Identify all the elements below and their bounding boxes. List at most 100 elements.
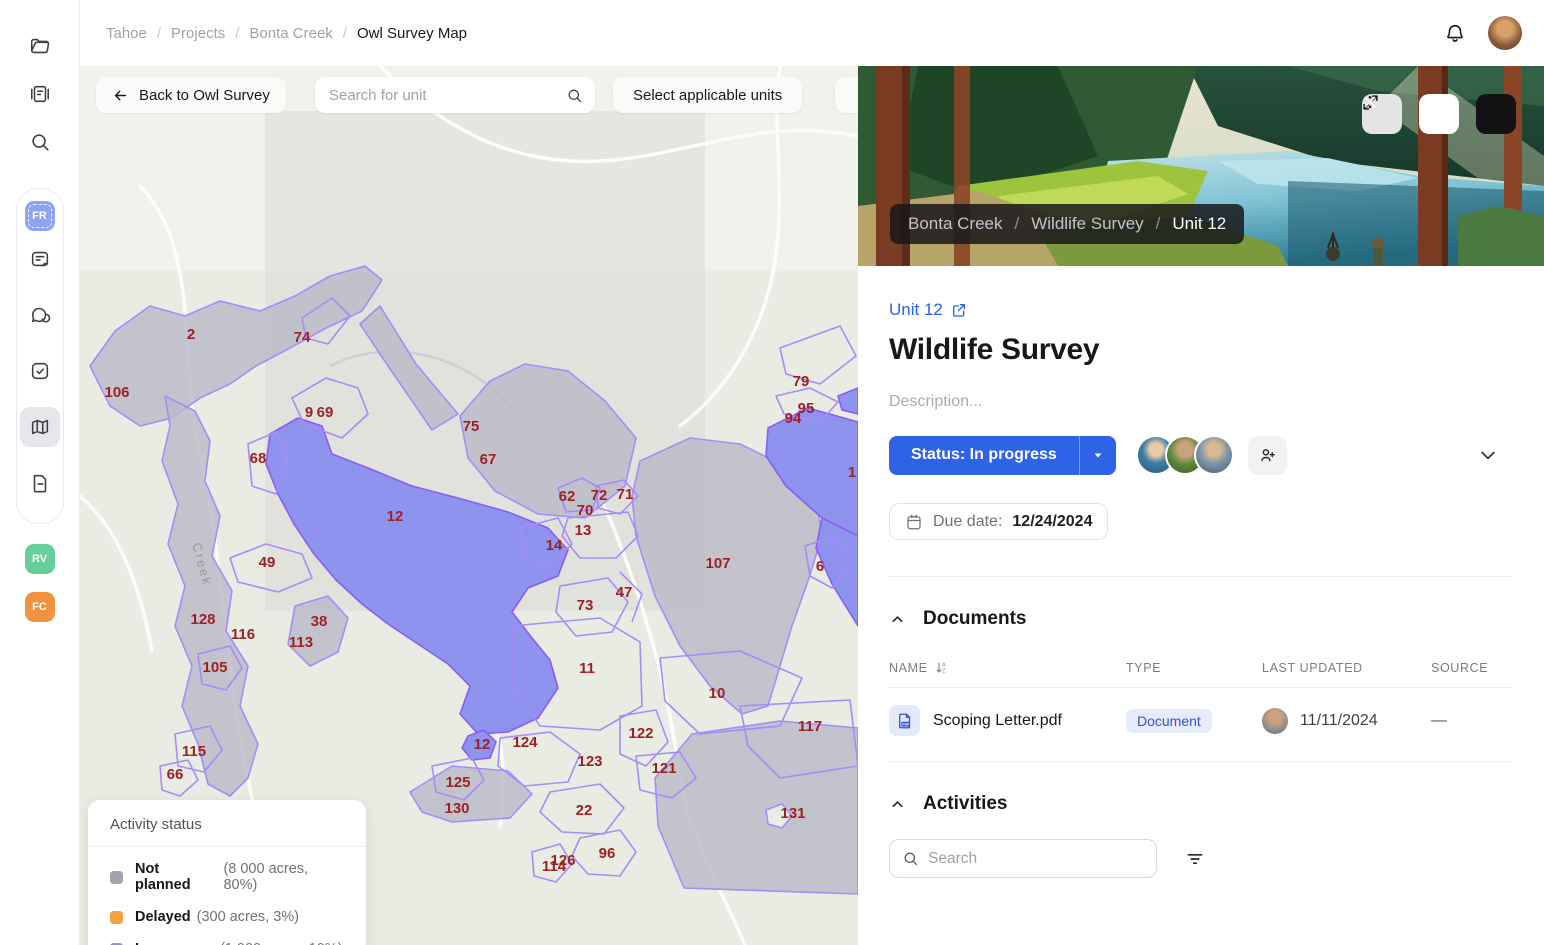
unit-search-input[interactable] [329, 87, 566, 104]
description-placeholder[interactable]: Description... [889, 393, 1512, 411]
svg-text:128: 128 [190, 611, 215, 628]
svg-text:69: 69 [317, 404, 334, 421]
user-avatar[interactable] [1488, 16, 1522, 50]
unit-link[interactable]: Unit 12 [889, 300, 967, 320]
assignee-avatars[interactable] [1136, 435, 1234, 475]
documents-table-header: NAME AZ TYPE LAST UPDATED SOURCE [889, 660, 1512, 688]
chevron-up-icon [889, 611, 906, 628]
search-icon [566, 87, 583, 104]
file-icon[interactable] [20, 463, 60, 503]
sidebar: FR RV FC [0, 0, 80, 945]
avatar-fc[interactable]: FC [25, 592, 55, 622]
avatar-rv[interactable]: RV [25, 544, 55, 574]
last-updated-cell: 11/11/2024 [1262, 708, 1431, 734]
status-dropdown-caret[interactable] [1079, 436, 1116, 475]
assignee-avatar-3[interactable] [1194, 435, 1234, 475]
svg-text:131: 131 [780, 805, 805, 822]
more-dots-icon[interactable] [1419, 94, 1459, 134]
due-date-label: Due date: [933, 513, 1002, 531]
map-toolbar: Back to Owl Survey Select applicable uni… [80, 77, 858, 113]
map-canvas[interactable]: Creek 2741069697568677995946272717013121… [80, 66, 858, 945]
select-applicable-units-button[interactable]: Select applicable units [613, 77, 802, 113]
toolbar-overflow-button[interactable] [835, 77, 858, 113]
search-icon[interactable] [20, 122, 60, 162]
back-to-owl-survey-button[interactable]: Back to Owl Survey [96, 77, 286, 113]
breadcrumb-tahoe[interactable]: Tahoe [106, 25, 147, 42]
app-window: FR RV FC Tahoe/ P [0, 0, 1544, 945]
add-assignee-button[interactable] [1248, 436, 1287, 475]
activities-search-field[interactable] [889, 839, 1157, 878]
source-cell: — [1431, 712, 1512, 730]
legend-title: Activity status [88, 816, 366, 846]
bell-icon[interactable] [1444, 22, 1466, 44]
page-title: Wildlife Survey [889, 333, 1512, 367]
breadcrumb: Tahoe/ Projects/ Bonta Creek/ Owl Survey… [106, 25, 467, 42]
svg-text:62: 62 [559, 488, 576, 505]
person-plus-icon [1258, 446, 1277, 465]
map-icon[interactable] [20, 407, 60, 447]
svg-text:13: 13 [575, 522, 592, 539]
svg-text:122: 122 [628, 725, 653, 742]
svg-text:2: 2 [187, 326, 195, 343]
legend-item-not-planned: Not planned (8 000 acres, 80%) [88, 853, 366, 901]
svg-text:96: 96 [599, 845, 616, 862]
svg-text:94: 94 [785, 410, 802, 427]
chat-icon[interactable] [20, 295, 60, 335]
svg-text:123: 123 [577, 753, 602, 770]
table-row[interactable]: PDF Scoping Letter.pdf Document 11/11/20… [889, 688, 1512, 752]
svg-text:130: 130 [444, 800, 469, 817]
due-date-button[interactable]: Due date: 12/24/2024 [889, 503, 1108, 540]
svg-text:71: 71 [617, 486, 634, 503]
status-label[interactable]: Status: In progress [889, 436, 1079, 475]
activities-section-toggle[interactable]: Activities [889, 793, 1512, 815]
folder-icon[interactable] [20, 26, 60, 66]
hero-actions [1362, 94, 1516, 134]
sidebar-project-group: FR [16, 188, 64, 524]
breadcrumb-current: Owl Survey Map [357, 25, 467, 42]
svg-text:124: 124 [512, 734, 538, 751]
svg-text:6: 6 [816, 558, 824, 575]
avatar-fr[interactable]: FR [25, 201, 55, 231]
close-icon[interactable] [1476, 94, 1516, 134]
note-icon[interactable] [20, 239, 60, 279]
legend-item-delayed: Delayed (300 acres, 3%) [88, 901, 366, 933]
hero-image: Bonta Creek/ Wildlife Survey/ Unit 12 [858, 66, 1544, 266]
unit-search-field[interactable] [315, 77, 595, 113]
activities-search-input[interactable] [928, 850, 1144, 868]
svg-text:22: 22 [576, 802, 593, 819]
document-name-cell[interactable]: PDF Scoping Letter.pdf [889, 705, 1126, 736]
breadcrumb-projects[interactable]: Projects [171, 25, 225, 42]
legend-item-in-progress: In progress (1 000 acres, 10%) [88, 933, 366, 945]
svg-text:107: 107 [705, 555, 730, 572]
svg-text:121: 121 [651, 760, 676, 777]
svg-text:73: 73 [577, 597, 594, 614]
updater-avatar [1262, 708, 1288, 734]
svg-text:PDF: PDF [902, 722, 909, 726]
breadcrumb-bonta-creek[interactable]: Bonta Creek [249, 25, 332, 42]
svg-text:79: 79 [793, 373, 810, 390]
svg-text:125: 125 [445, 774, 470, 791]
delayed-swatch [110, 911, 123, 924]
documents-section-toggle[interactable]: Documents [889, 608, 1512, 630]
status-button[interactable]: Status: In progress [889, 436, 1116, 475]
column-source[interactable]: SOURCE [1431, 661, 1512, 675]
chevron-down-icon[interactable] [1478, 445, 1512, 465]
svg-text:38: 38 [311, 613, 328, 630]
hero-crumb-unit: Unit 12 [1172, 214, 1226, 234]
svg-text:74: 74 [294, 329, 311, 346]
external-link-icon [951, 302, 967, 318]
hero-crumb-bonta-creek[interactable]: Bonta Creek [908, 214, 1003, 234]
column-name[interactable]: NAME AZ [889, 660, 1126, 675]
hero-crumb-wildlife-survey[interactable]: Wildlife Survey [1031, 214, 1143, 234]
chevron-up-icon [889, 796, 906, 813]
column-last-updated[interactable]: LAST UPDATED [1262, 661, 1431, 675]
check-square-icon[interactable] [20, 351, 60, 391]
svg-text:106: 106 [104, 384, 129, 401]
svg-text:12: 12 [474, 736, 491, 753]
column-type[interactable]: TYPE [1126, 661, 1262, 675]
svg-text:Z: Z [942, 669, 945, 675]
projects-icon[interactable] [20, 74, 60, 114]
svg-text:A: A [942, 662, 946, 668]
filter-icon[interactable] [1185, 849, 1205, 869]
svg-text:9: 9 [305, 404, 313, 421]
